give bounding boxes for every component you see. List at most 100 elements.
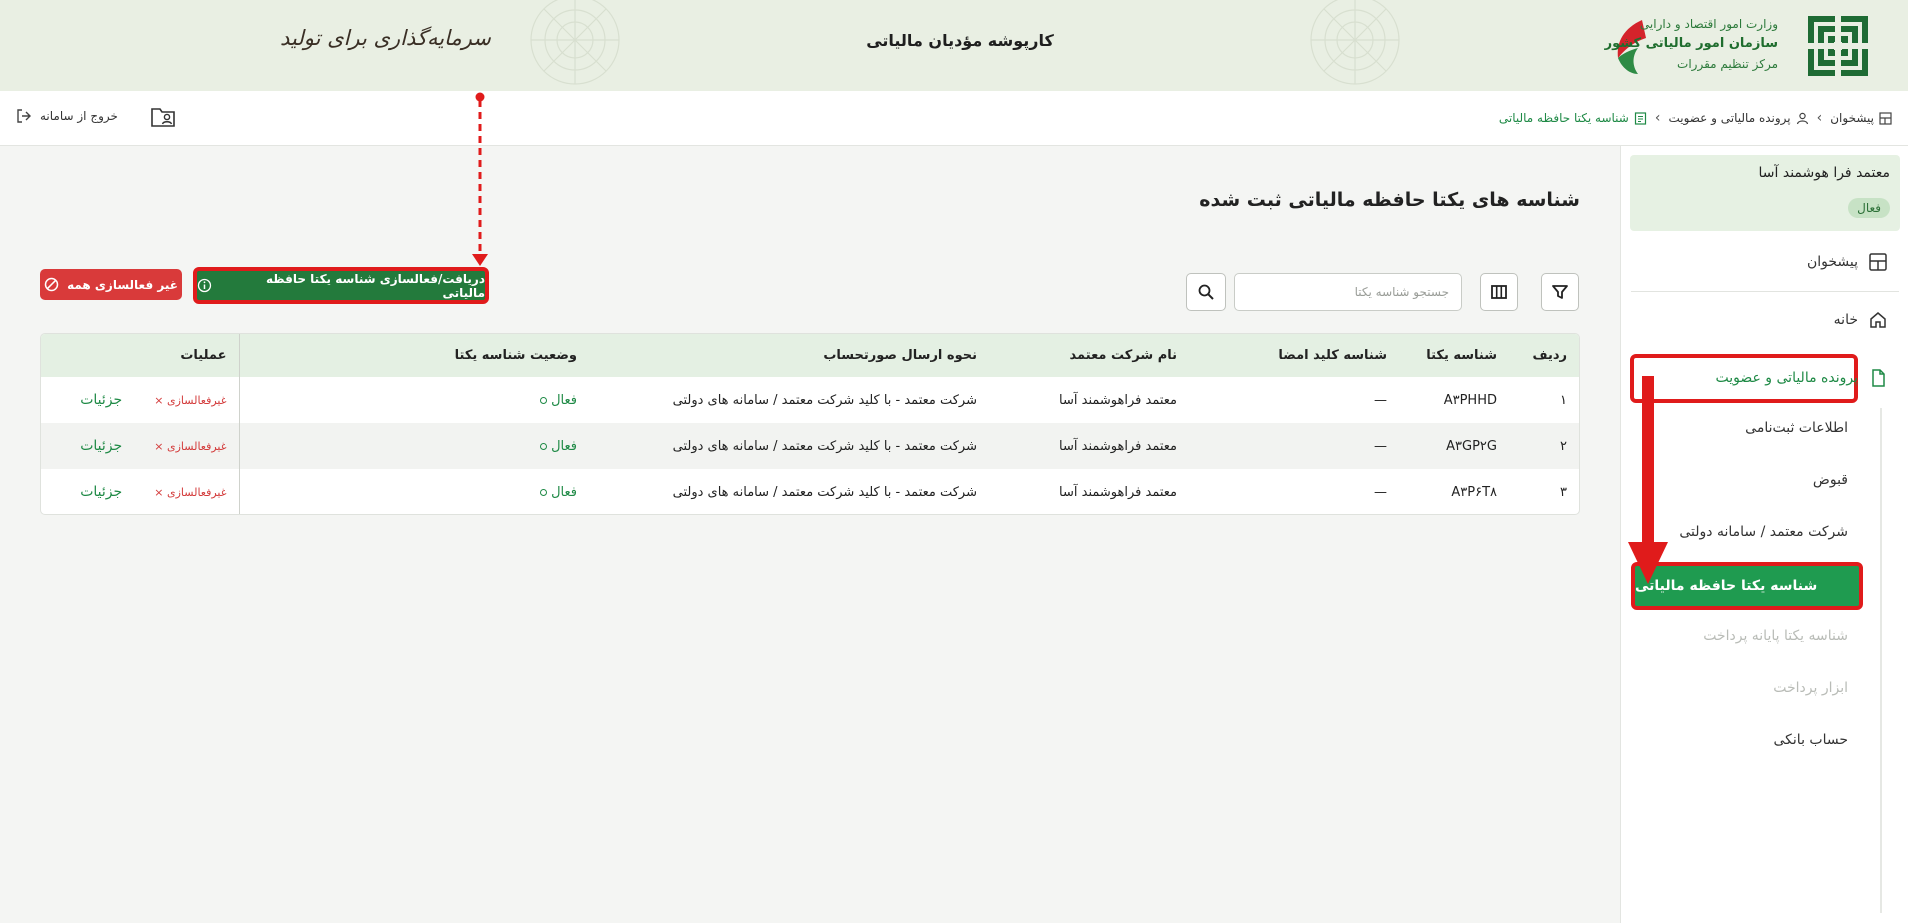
logout-label: خروج از سامانه: [40, 109, 118, 123]
column-header-status: وضعیت شناسه یکتا: [454, 348, 577, 363]
cell-row-number: ۱: [1560, 392, 1567, 408]
deactivate-button[interactable]: غیرفعالسازی ×: [154, 394, 226, 407]
breadcrumb-label: پیشخوان: [1830, 111, 1874, 125]
deactivate-all-button[interactable]: غیر فعالسازی همه: [40, 269, 182, 300]
cell-operations: غیرفعالسازی × جزئیات: [41, 423, 240, 469]
status-text: فعال: [551, 392, 577, 408]
user-icon: [1796, 112, 1808, 124]
logout-icon: [17, 109, 31, 123]
org-line-ministry: وزارت امور اقتصاد و دارایی: [1639, 17, 1778, 31]
cell-row-number: ۳: [1560, 484, 1567, 500]
breadcrumb-dashboard[interactable]: پیشخوان: [1830, 111, 1892, 125]
details-link[interactable]: جزئیات: [80, 392, 122, 408]
top-bar: خروج از سامانه پیشخوان ‹ پرونده مالیاتی …: [0, 91, 1908, 146]
column-header-trusted-company: نام شرکت معتمد: [1069, 348, 1177, 363]
cell-invoice-method: شرکت معتمد - با کلید شرکت معتمد / سامانه…: [672, 392, 977, 408]
search-input[interactable]: [1234, 273, 1462, 311]
logout-button[interactable]: خروج از سامانه: [16, 108, 118, 124]
block-icon: [44, 277, 59, 292]
deactivate-button[interactable]: غیرفعالسازی ×: [154, 486, 226, 499]
header-banner: سرمایه‌گذاری برای تولید کارپوشه مؤدیان م…: [0, 0, 1908, 91]
breadcrumb: پیشخوان ‹ پرونده مالیاتی و عضویت ‹ شناسه…: [1499, 110, 1892, 126]
document-icon: [1634, 111, 1646, 125]
details-link[interactable]: جزئیات: [80, 438, 122, 454]
cell-trusted-company: معتمد فراهوشمند آسا: [1059, 392, 1177, 408]
status-dot-icon: [540, 442, 548, 450]
status-badge: فعال: [1848, 198, 1890, 218]
app-title: کارپوشه مؤدیان مالیاتی: [866, 31, 1054, 50]
cell-trusted-company: معتمد فراهوشمند آسا: [1059, 438, 1177, 454]
search-icon: [1198, 284, 1214, 300]
file-icon: [1868, 368, 1888, 388]
breadcrumb-label: شناسه یکتا حافظه مالیاتی: [1498, 111, 1629, 125]
sidebar: معتمد فرا هوشمند آسا فعال پیشخوان خانه پ…: [1620, 146, 1908, 923]
cell-unique-id: A۳P۶T۸: [1451, 484, 1497, 500]
user-name: معتمد فرا هوشمند آسا: [1758, 165, 1890, 181]
ornament-decoration: [1310, 0, 1400, 85]
deactivate-label: غیرفعالسازی: [167, 394, 227, 407]
deactivate-label: غیرفعالسازی: [167, 440, 227, 453]
deactivate-all-label: غیر فعالسازی همه: [67, 277, 178, 292]
column-header-operations: عملیات: [41, 334, 240, 377]
divider: [1631, 291, 1899, 292]
org-line-center: مرکز تنظیم مقررات: [1677, 57, 1778, 71]
sidebar-subitem-terminal-id[interactable]: شناسه یکتا پایانه پرداخت: [1703, 628, 1848, 644]
tax-org-logo: [1808, 16, 1868, 76]
sidebar-item-label: پیشخوان: [1806, 254, 1858, 270]
cell-invoice-method: شرکت معتمد - با کلید شرکت معتمد / سامانه…: [672, 484, 977, 500]
details-link[interactable]: جزئیات: [80, 484, 122, 500]
search-button[interactable]: [1186, 273, 1226, 311]
info-icon: [197, 278, 212, 293]
columns-button[interactable]: [1480, 273, 1518, 311]
sidebar-item-dashboard[interactable]: پیشخوان: [1807, 252, 1888, 272]
status-dot-icon: [540, 396, 548, 404]
cell-status: فعال: [239, 469, 589, 514]
breadcrumb-label: پرونده مالیاتی و عضویت: [1668, 111, 1791, 125]
cell-unique-id: A۳GP۲G: [1446, 438, 1497, 454]
breadcrumb-memory-id[interactable]: شناسه یکتا حافظه مالیاتی: [1499, 111, 1647, 125]
page-title: شناسه های یکتا حافظه مالیاتی ثبت شده: [1199, 189, 1580, 211]
sidebar-subitem-receipts[interactable]: قبوض: [1813, 472, 1848, 488]
org-line-tax-org: سازمان امور مالیاتی کشور: [1604, 36, 1778, 51]
submenu-line: [1880, 408, 1882, 913]
column-header-signing-key: شناسه کلید امضا: [1278, 348, 1387, 363]
deactivate-label: غیرفعالسازی: [167, 486, 227, 499]
sidebar-subitem-memory-id[interactable]: شناسه یکتا حافظه مالیاتی: [1631, 562, 1863, 610]
cell-operations: غیرفعالسازی × جزئیات: [41, 377, 240, 423]
activate-memory-id-button[interactable]: دریافت/فعالسازی شناسه یکتا حافظه مالیاتی: [193, 267, 489, 304]
sidebar-item-label: پرونده مالیاتی و عضویت: [1715, 370, 1858, 386]
breadcrumb-tax-file[interactable]: پرونده مالیاتی و عضویت: [1668, 111, 1808, 125]
cell-signing-key: —: [1374, 484, 1387, 500]
filter-button[interactable]: [1541, 273, 1579, 311]
column-header-invoice-method: نحوه ارسال صورتحساب: [823, 348, 977, 363]
sidebar-subitem-payment-tools[interactable]: ابزار پرداخت: [1773, 680, 1848, 696]
table-row: ۱ A۳PHHD — معتمد فراهوشمند آسا شرکت معتم…: [41, 377, 1579, 423]
table-header-row: ردیف شناسه یکتا شناسه کلید امضا نام شرکت…: [41, 334, 1579, 377]
chevron-left-icon: ‹: [1816, 110, 1823, 126]
dashboard-icon: [1879, 111, 1892, 125]
table-row: ۲ A۳GP۲G — معتمد فراهوشمند آسا شرکت معتم…: [41, 423, 1579, 469]
org-name: وزارت امور اقتصاد و دارایی سازمان امور م…: [1605, 14, 1778, 74]
cell-row-number: ۲: [1560, 438, 1567, 454]
cell-status: فعال: [239, 377, 589, 423]
deactivate-button[interactable]: غیرفعالسازی ×: [154, 440, 226, 453]
column-header-row-number: ردیف: [1532, 348, 1567, 363]
sidebar-subitem-bank-account[interactable]: حساب بانکی: [1774, 732, 1849, 748]
folder-user-icon[interactable]: [150, 105, 176, 129]
status-dot-icon: [540, 488, 548, 496]
sidebar-item-label: خانه: [1833, 312, 1858, 328]
status-text: فعال: [551, 484, 577, 500]
status-text: فعال: [551, 438, 577, 454]
activate-button-label: دریافت/فعالسازی شناسه یکتا حافظه مالیاتی: [266, 271, 485, 300]
cell-operations: غیرفعالسازی × جزئیات: [41, 469, 240, 514]
sidebar-item-home[interactable]: خانه: [1834, 310, 1888, 330]
chevron-left-icon: ‹: [1654, 110, 1661, 126]
table-row: ۳ A۳P۶T۸ — معتمد فراهوشمند آسا شرکت معتم…: [41, 469, 1579, 514]
sidebar-subitem-trusted-company[interactable]: شرکت معتمد / سامانه دولتی: [1679, 524, 1848, 540]
sidebar-item-tax-file[interactable]: پرونده مالیاتی و عضویت: [1715, 368, 1888, 388]
sidebar-subitem-registration[interactable]: اطلاعات ثبت‌نامی: [1745, 420, 1848, 436]
user-card: معتمد فرا هوشمند آسا فعال: [1630, 155, 1900, 231]
cell-invoice-method: شرکت معتمد - با کلید شرکت معتمد / سامانه…: [672, 438, 977, 454]
cell-unique-id: A۳PHHD: [1443, 392, 1497, 408]
columns-icon: [1491, 285, 1507, 299]
